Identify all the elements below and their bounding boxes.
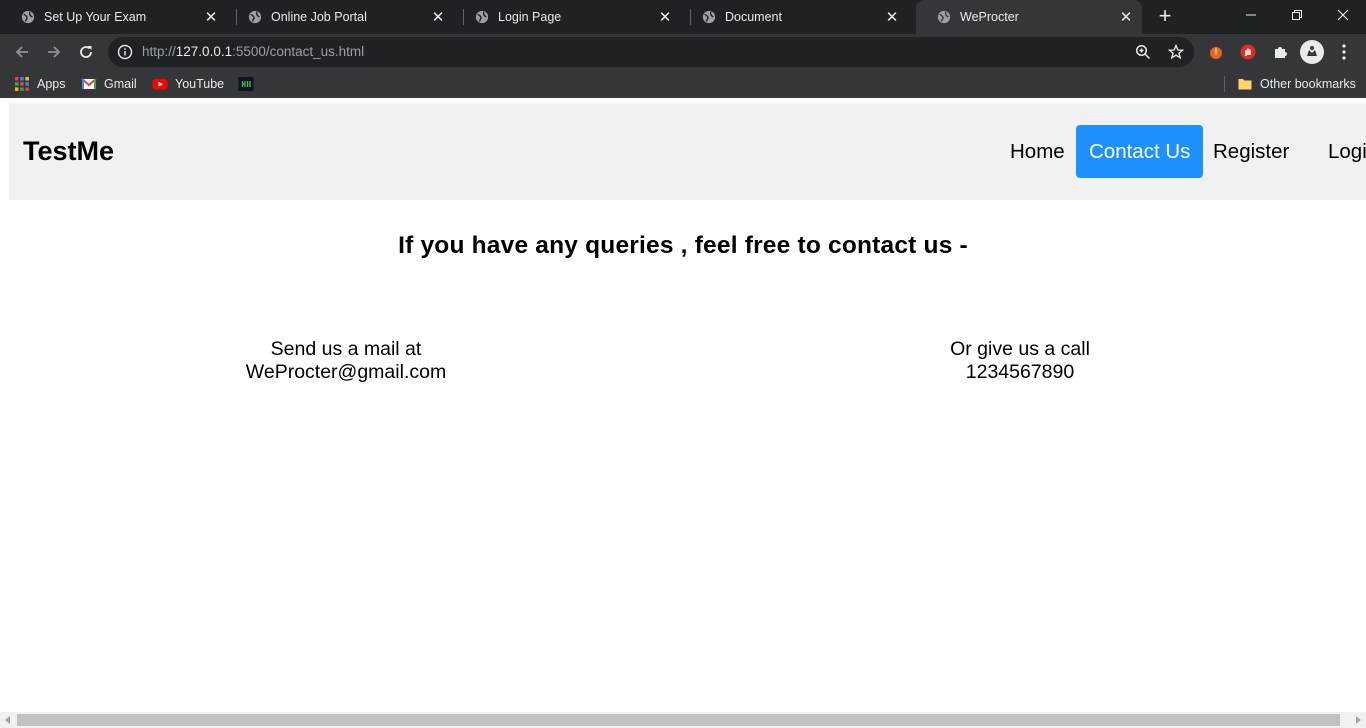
zoom-icon[interactable] bbox=[1135, 44, 1151, 60]
reload-icon bbox=[80, 46, 92, 58]
tab-title: Online Job Portal bbox=[271, 10, 367, 24]
scroll-left-arrow-icon[interactable] bbox=[5, 716, 10, 724]
extension-fire-icon[interactable] bbox=[1208, 44, 1224, 60]
nav-contact-us-link[interactable]: Contact Us bbox=[1076, 125, 1204, 178]
restore-button[interactable] bbox=[1274, 0, 1320, 30]
star-icon[interactable] bbox=[1168, 44, 1184, 60]
nav-register-link[interactable]: Register bbox=[1200, 125, 1302, 178]
profile-icon bbox=[1307, 46, 1317, 56]
browser-toolbar: http://127.0.0.1:5500/contact_us.html bbox=[0, 34, 1366, 70]
folder-icon bbox=[1238, 79, 1252, 90]
globe-icon bbox=[937, 10, 951, 24]
reload-button[interactable] bbox=[71, 37, 101, 67]
bookmark-label: YouTube bbox=[175, 77, 225, 91]
tab-title: Document bbox=[725, 10, 782, 24]
phone-number: 1234567890 bbox=[965, 361, 1075, 383]
nav-home-link[interactable]: Home bbox=[997, 125, 1078, 178]
mail-contact-block: Send us a mail at WeProcter@gmail.com bbox=[146, 338, 546, 384]
tab-online-job-portal[interactable]: Online Job Portal ✕ bbox=[227, 0, 454, 34]
restore-icon bbox=[1292, 10, 1302, 20]
url-host: 127.0.0.1 bbox=[175, 44, 233, 59]
tab-weprocter[interactable]: WeProcter ✕ bbox=[916, 0, 1142, 34]
call-contact-block: Or give us a call 1234567890 bbox=[820, 338, 1220, 384]
bookmark-gmail[interactable]: Gmail bbox=[81, 70, 137, 98]
mail-address: WeProcter@gmail.com bbox=[245, 361, 447, 383]
close-tab-icon[interactable]: ✕ bbox=[880, 8, 904, 26]
bookmarks-bar: Apps Gmail YouTube Other bookmarks bbox=[0, 70, 1366, 98]
site-navbar: TestMe Home Contact Us Register Login bbox=[9, 103, 1366, 200]
site-brand[interactable]: TestMe bbox=[23, 103, 114, 200]
horizontal-scrollbar[interactable] bbox=[0, 712, 1366, 728]
other-bookmarks-folder[interactable]: Other bookmarks bbox=[1237, 70, 1356, 98]
apps-grid-icon bbox=[15, 77, 29, 91]
kebab-menu-icon bbox=[1342, 44, 1346, 60]
minimize-button[interactable] bbox=[1228, 0, 1274, 30]
close-tab-icon[interactable]: ✕ bbox=[653, 8, 677, 26]
gmail-icon bbox=[81, 78, 97, 89]
menu-button[interactable] bbox=[1336, 43, 1352, 61]
mail-label: Send us a mail at bbox=[270, 338, 422, 360]
globe-icon bbox=[475, 10, 489, 24]
close-tab-icon[interactable]: ✕ bbox=[199, 8, 223, 26]
globe-icon bbox=[248, 10, 262, 24]
other-bookmarks-label: Other bookmarks bbox=[1260, 77, 1356, 91]
close-tab-icon[interactable]: ✕ bbox=[426, 8, 450, 26]
minimize-icon bbox=[1246, 14, 1256, 16]
info-icon[interactable] bbox=[117, 44, 133, 60]
hackerrank-icon bbox=[238, 77, 254, 91]
arrow-left-icon bbox=[15, 46, 28, 58]
bookmark-youtube[interactable]: YouTube bbox=[152, 70, 224, 98]
scrollbar-thumb[interactable] bbox=[17, 714, 1340, 726]
url-path: :5500/contact_us.html bbox=[232, 44, 365, 59]
close-tab-icon[interactable]: ✕ bbox=[1114, 8, 1138, 26]
tab-title: Set Up Your Exam bbox=[44, 10, 147, 24]
tab-login-page[interactable]: Login Page ✕ bbox=[454, 0, 681, 34]
scroll-right-arrow-icon[interactable] bbox=[1356, 716, 1361, 724]
page-heading: If you have any queries , feel free to c… bbox=[398, 232, 968, 259]
close-window-button[interactable] bbox=[1320, 0, 1366, 30]
tab-title: Login Page bbox=[498, 10, 562, 24]
forward-button[interactable] bbox=[39, 37, 69, 67]
tab-strip: Set Up Your Exam ✕ Online Job Portal ✕ L… bbox=[0, 0, 1366, 34]
address-bar[interactable]: http://127.0.0.1:5500/contact_us.html bbox=[108, 37, 1194, 67]
arrow-right-icon bbox=[48, 46, 61, 58]
url-text: http://127.0.0.1:5500/contact_us.html bbox=[142, 37, 364, 67]
bookmark-apps[interactable]: Apps bbox=[14, 70, 66, 98]
tab-document[interactable]: Document ✕ bbox=[681, 0, 908, 34]
extension-hand-icon[interactable] bbox=[1240, 44, 1256, 60]
new-tab-button[interactable]: + bbox=[1152, 4, 1178, 30]
bookmark-hackerrank[interactable] bbox=[238, 70, 261, 98]
url-scheme: http:// bbox=[142, 44, 176, 59]
bookmarks-divider bbox=[1224, 76, 1225, 92]
profile-avatar[interactable] bbox=[1300, 40, 1324, 64]
bookmark-label: Apps bbox=[37, 77, 66, 91]
close-icon bbox=[1337, 9, 1349, 21]
page-viewport: TestMe Home Contact Us Register Login If… bbox=[0, 98, 1366, 712]
back-button[interactable] bbox=[7, 37, 37, 67]
bookmark-label: Gmail bbox=[104, 77, 137, 91]
globe-icon bbox=[21, 10, 35, 24]
nav-login-link[interactable]: Login bbox=[1315, 125, 1366, 178]
call-label: Or give us a call bbox=[950, 338, 1090, 360]
tab-set-up-your-exam[interactable]: Set Up Your Exam ✕ bbox=[0, 0, 227, 34]
globe-icon bbox=[702, 10, 716, 24]
extensions-puzzle-icon[interactable] bbox=[1272, 44, 1288, 60]
tab-title: WeProcter bbox=[960, 10, 1019, 24]
youtube-icon bbox=[152, 79, 168, 90]
